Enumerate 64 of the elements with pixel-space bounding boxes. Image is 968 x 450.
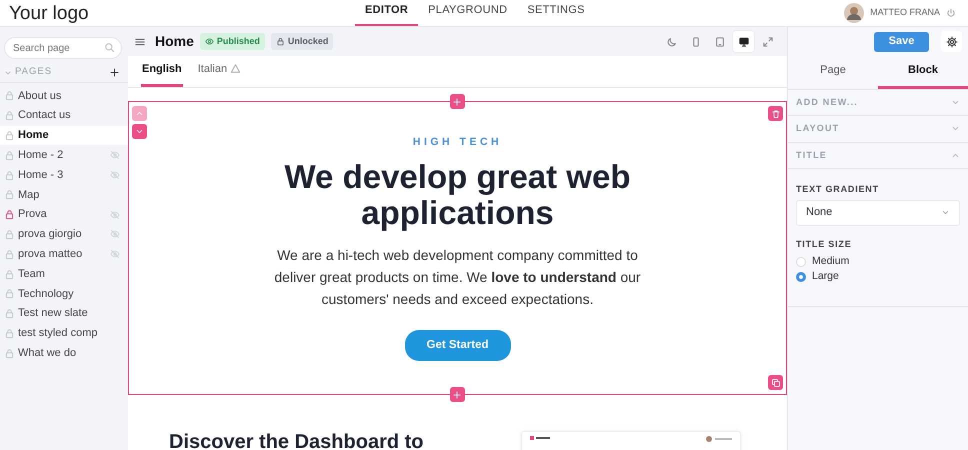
panel-tab[interactable]: Block bbox=[878, 56, 968, 88]
eye-icon bbox=[204, 37, 214, 46]
plus-icon bbox=[452, 96, 462, 106]
hero-title: We develop great web applications bbox=[284, 158, 632, 231]
nav-tab[interactable]: SETTINGS bbox=[517, 0, 595, 26]
duplicate-button[interactable] bbox=[768, 375, 783, 390]
page-item[interactable]: test styled comp bbox=[0, 324, 128, 344]
delete-button[interactable] bbox=[768, 106, 783, 121]
logo[interactable]: Your logo bbox=[9, 2, 89, 24]
page-item[interactable]: About us bbox=[0, 86, 128, 106]
page-item[interactable]: Prova bbox=[0, 204, 128, 225]
trash-icon bbox=[770, 108, 780, 118]
page-item[interactable]: Test new slate bbox=[0, 304, 128, 324]
lock-icon bbox=[276, 37, 285, 46]
plus-icon bbox=[452, 390, 462, 400]
move-down-button[interactable] bbox=[132, 124, 147, 139]
page-item[interactable]: prova giorgio bbox=[0, 224, 128, 244]
add-block-button[interactable] bbox=[450, 387, 464, 402]
radio-option[interactable]: Medium bbox=[796, 254, 960, 269]
page-item[interactable]: Home bbox=[0, 126, 128, 146]
chevron-down-icon bbox=[135, 127, 144, 136]
panel-tab[interactable]: Page bbox=[788, 56, 878, 88]
power-icon bbox=[946, 8, 956, 18]
expand-icon bbox=[762, 36, 774, 48]
field-label: TITLE SIZE bbox=[796, 238, 853, 250]
section-title: Discover the Dashboard to bbox=[169, 430, 424, 450]
settings-button[interactable] bbox=[941, 31, 962, 52]
warning-icon bbox=[230, 63, 242, 74]
copy-icon bbox=[770, 378, 780, 388]
move-up-button[interactable] bbox=[132, 106, 147, 121]
page-item[interactable]: Contact us bbox=[0, 106, 128, 126]
settings-icon bbox=[946, 36, 958, 48]
page-item[interactable]: Map bbox=[0, 184, 128, 205]
radio-option[interactable]: Large bbox=[796, 269, 960, 284]
tablet-icon bbox=[714, 36, 726, 48]
field-label: TEXT GRADIENT bbox=[796, 183, 880, 196]
user-name: MATTEO FRANA bbox=[870, 6, 940, 20]
status-badge: Published bbox=[200, 32, 265, 50]
search-icon bbox=[104, 42, 115, 53]
page-item[interactable]: Home - 2 bbox=[0, 145, 128, 166]
page-item[interactable]: What we do bbox=[0, 343, 128, 364]
nav-tab[interactable]: PLAYGROUND bbox=[418, 0, 518, 26]
avatar bbox=[706, 436, 732, 442]
avatar[interactable] bbox=[844, 3, 864, 23]
search-field[interactable]: Search page bbox=[4, 37, 122, 59]
language-tab[interactable]: English bbox=[141, 50, 183, 87]
desktop-button[interactable] bbox=[733, 31, 754, 52]
language-tab[interactable]: Italian bbox=[196, 50, 242, 87]
hero-text: We are a hi-tech web development company committed to deliver great products on time. We love to understand our customers' needs and exceed expectations. bbox=[273, 246, 642, 309]
page-item[interactable]: prova matteo bbox=[0, 244, 128, 264]
page-title: Home bbox=[155, 32, 194, 51]
add-icon bbox=[109, 67, 120, 78]
dark-mode-icon bbox=[666, 36, 678, 48]
page-item[interactable]: Home - 3 bbox=[0, 165, 128, 185]
gradient-select[interactable]: None bbox=[796, 200, 960, 226]
desktop-icon bbox=[738, 36, 750, 48]
page-item[interactable]: Team bbox=[0, 264, 128, 284]
logo-icon bbox=[530, 436, 550, 440]
chevron-down-icon bbox=[941, 208, 950, 217]
status-badge: Unlocked bbox=[270, 32, 334, 50]
eyebrow-text: HIGH TECH bbox=[412, 136, 502, 148]
add-block-button[interactable] bbox=[450, 94, 464, 109]
page-item[interactable]: Technology bbox=[0, 284, 128, 304]
chevron-up-icon bbox=[135, 109, 144, 118]
